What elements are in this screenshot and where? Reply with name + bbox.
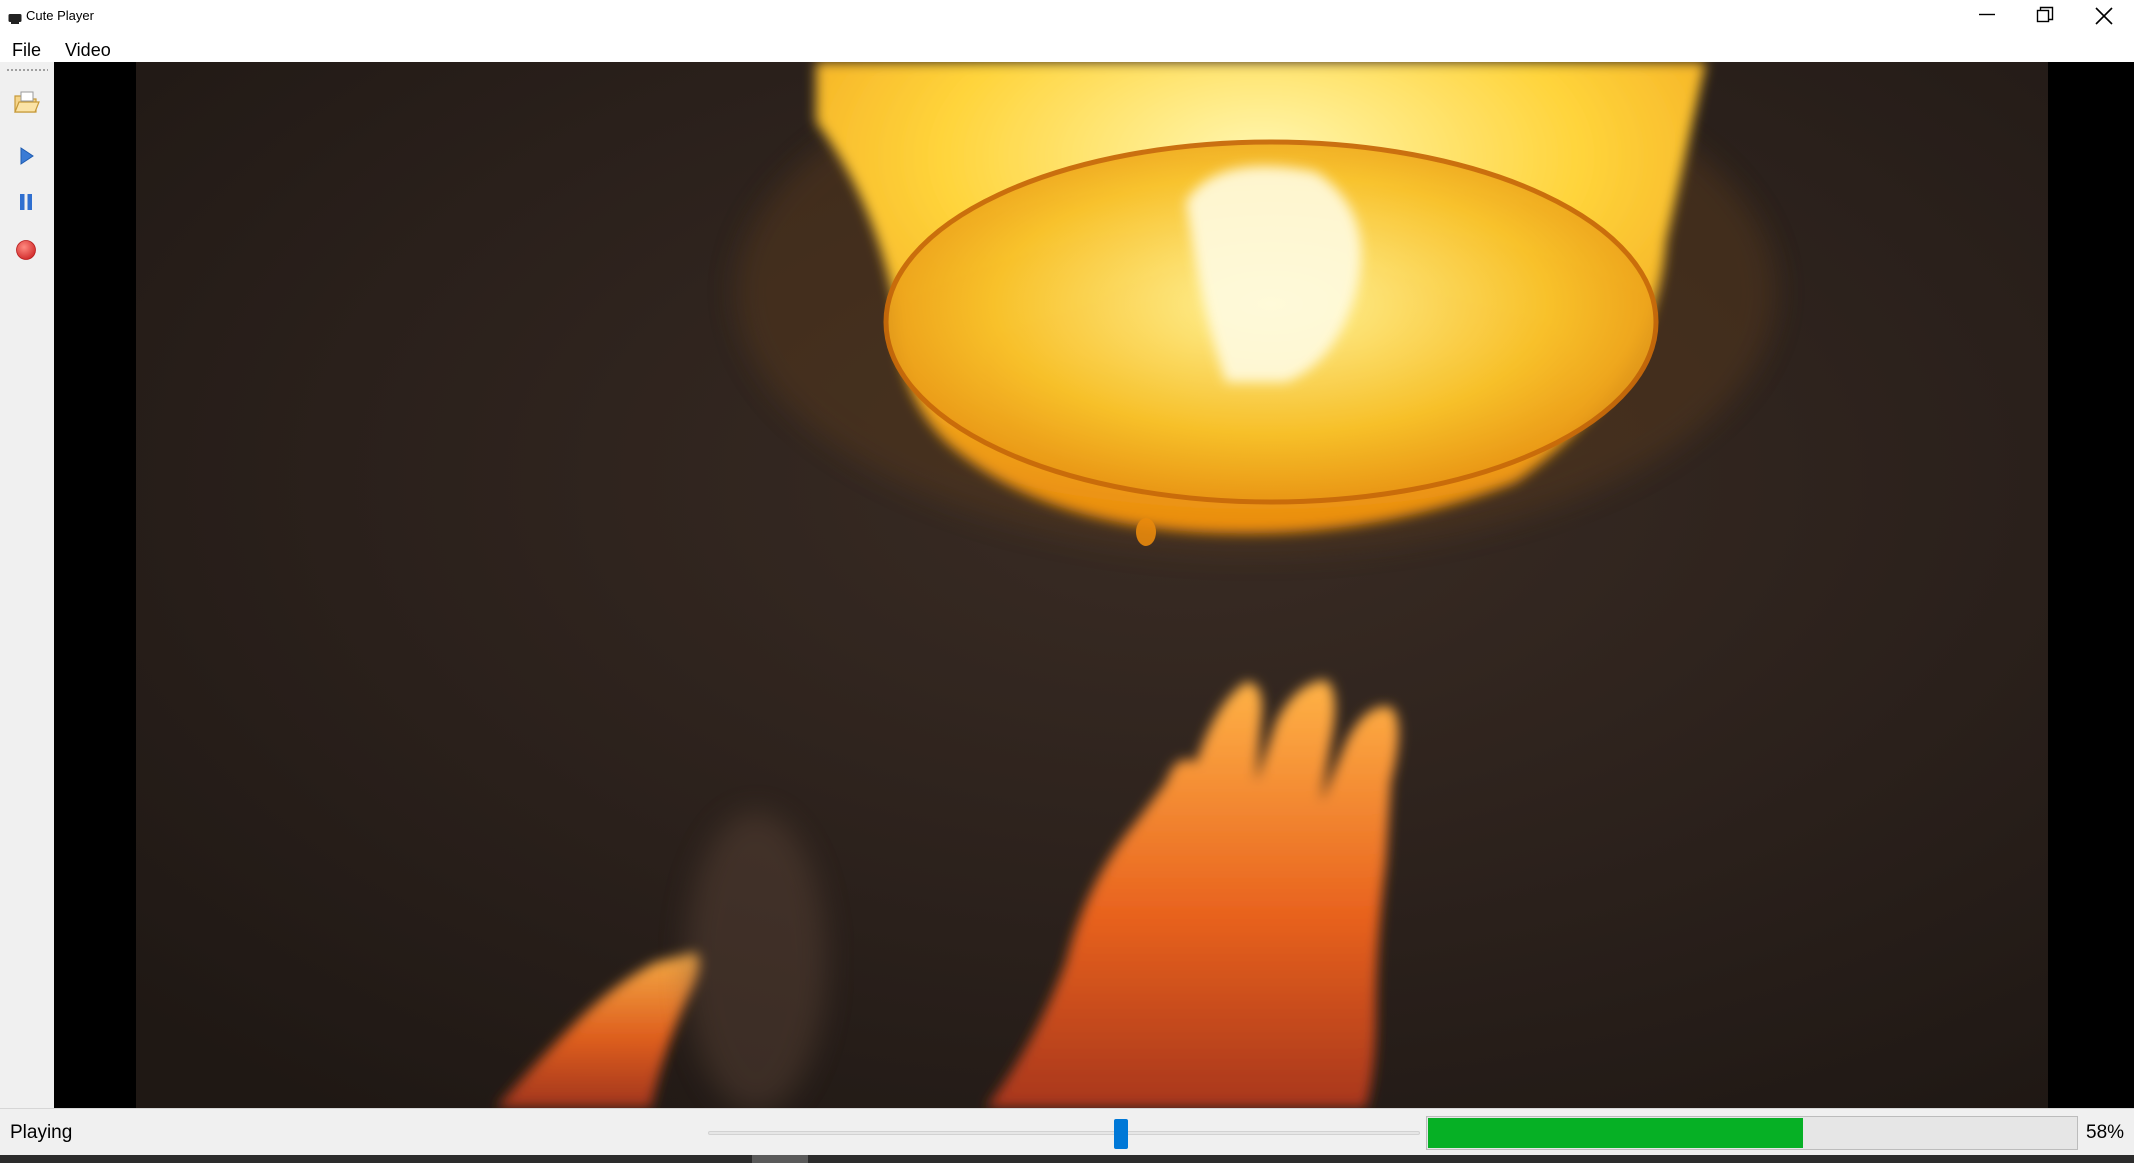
menu-file[interactable]: File <box>6 38 47 62</box>
video-frame <box>136 62 2048 1108</box>
play-button[interactable] <box>8 138 44 174</box>
menu-bar: File Video <box>0 38 2134 62</box>
playback-status: Playing <box>10 1122 73 1143</box>
window-title: Cute Player <box>26 8 94 23</box>
restore-icon <box>2036 6 2054 23</box>
status-bar: Playing 58% <box>0 1108 2134 1156</box>
video-image <box>136 62 2048 1108</box>
progress-bar <box>1426 1116 2078 1150</box>
title-bar: Cute Player <box>0 0 2134 38</box>
restore-button[interactable] <box>2016 0 2074 30</box>
seek-slider-handle[interactable] <box>1113 1119 1128 1149</box>
taskbar-nub <box>752 1155 808 1163</box>
progress-percent: 58% <box>2086 1122 2125 1143</box>
video-area[interactable] <box>54 62 2134 1108</box>
seek-slider[interactable] <box>708 1115 1420 1151</box>
bottom-edge <box>0 1155 2134 1163</box>
record-button[interactable] <box>8 232 44 268</box>
seek-slider-groove[interactable] <box>708 1131 1420 1135</box>
toolbar <box>0 62 55 1108</box>
pause-icon <box>20 194 32 210</box>
pause-button[interactable] <box>8 184 44 220</box>
menu-video[interactable]: Video <box>59 38 117 62</box>
play-icon <box>20 147 34 165</box>
minimize-icon <box>1979 13 1995 16</box>
close-icon <box>2095 7 2113 25</box>
app-icon <box>8 11 22 24</box>
record-icon <box>16 240 36 260</box>
minimize-button[interactable] <box>1958 0 2016 30</box>
open-file-button[interactable] <box>8 84 44 120</box>
progress-bar-fill <box>1428 1118 1803 1148</box>
open-folder-icon <box>14 91 40 113</box>
toolbar-grip[interactable] <box>6 68 48 72</box>
close-button[interactable] <box>2074 0 2132 30</box>
